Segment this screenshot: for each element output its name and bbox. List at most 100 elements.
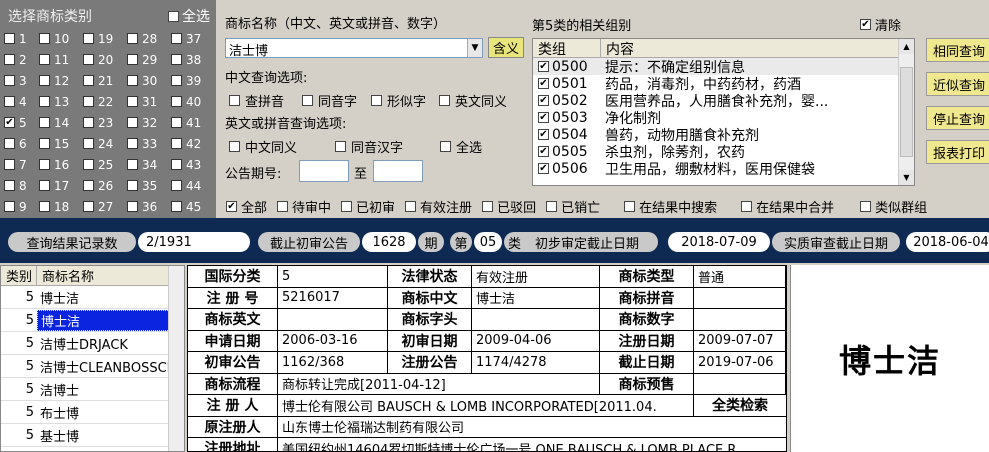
col-group[interactable]: 类组 [533, 39, 601, 58]
groups-list[interactable]: 类组 内容 ✔ 0500 提示：不确定组别信息 ✔ 0501 药品，消毒剂，中药药材，药酒… [532, 38, 915, 186]
cn-option-english[interactable]: 英文同义 [439, 91, 507, 110]
class-checkbox[interactable]: 7 [4, 154, 39, 175]
class-checkbox[interactable]: 16 [39, 154, 83, 175]
class-check-box[interactable] [39, 201, 50, 212]
class-check-box[interactable] [83, 117, 94, 128]
filter-all[interactable]: ✔ 全部 [226, 197, 267, 216]
group-check-box[interactable]: ✔ [538, 78, 549, 89]
class-check-box[interactable] [83, 96, 94, 107]
filter-rejected[interactable]: 已驳回 [482, 197, 536, 216]
group-check-box[interactable]: ✔ [538, 146, 549, 157]
col-content[interactable]: 内容 [601, 39, 914, 58]
search-all-classes-button[interactable]: 全类检索 [694, 395, 786, 416]
class-check-box[interactable] [127, 159, 138, 170]
class-check-box[interactable] [83, 33, 94, 44]
class-check-box[interactable] [127, 96, 138, 107]
period-from-input[interactable] [299, 160, 349, 182]
class-check-box[interactable] [83, 159, 94, 170]
class-checkbox[interactable]: 35 [127, 175, 171, 196]
class-checkbox[interactable]: 44 [171, 175, 215, 196]
class-check-box[interactable] [83, 201, 94, 212]
group-row[interactable]: ✔ 0504 兽药，动物用膳食补充剂 [533, 126, 914, 144]
class-check-box[interactable] [39, 117, 50, 128]
meaning-button[interactable]: 含义 [488, 37, 524, 58]
class-check-box[interactable] [127, 117, 138, 128]
class-check-box[interactable] [127, 75, 138, 86]
class-checkbox[interactable]: 37 [171, 28, 215, 49]
class-check-box[interactable] [4, 54, 15, 65]
class-checkbox[interactable]: 26 [83, 175, 127, 196]
group-check-box[interactable]: ✔ [538, 112, 549, 123]
col-class[interactable]: 类别 [1, 266, 37, 285]
class-checkbox[interactable]: 18 [39, 196, 83, 217]
class-check-box[interactable] [171, 117, 182, 128]
class-checkbox[interactable]: 19 [83, 28, 127, 49]
result-row[interactable]: 5 基士博 [1, 424, 184, 447]
class-check-box[interactable] [4, 33, 15, 44]
class-check-box[interactable] [171, 96, 182, 107]
class-check-box[interactable] [4, 180, 15, 191]
class-check-box[interactable] [83, 54, 94, 65]
class-checkbox[interactable]: ✔ 5 [4, 112, 39, 133]
class-checkbox[interactable]: 22 [83, 91, 127, 112]
class-check-box[interactable] [127, 33, 138, 44]
group-row[interactable]: ✔ 0506 卫生用品，绷敷材料，医用保健袋 [533, 160, 914, 178]
class-check-box[interactable] [171, 33, 182, 44]
class-checkbox[interactable]: 8 [4, 175, 39, 196]
chevron-down-icon[interactable]: ▼ [467, 39, 482, 57]
class-checkbox[interactable]: 6 [4, 133, 39, 154]
filter-prelim[interactable]: 已初审 [341, 197, 395, 216]
class-check-box[interactable] [171, 138, 182, 149]
similar-search-button[interactable]: 近似查询 [926, 72, 989, 96]
class-checkbox[interactable]: 29 [127, 49, 171, 70]
class-checkbox[interactable]: 12 [39, 70, 83, 91]
class-checkbox[interactable]: 27 [83, 196, 127, 217]
group-row[interactable]: ✔ 0501 药品，消毒剂，中药药材，药酒 [533, 75, 914, 93]
group-check-box[interactable]: ✔ [538, 61, 549, 72]
class-check-box[interactable] [39, 75, 50, 86]
result-row[interactable]: 5 博士洁 [1, 286, 184, 309]
class-checkbox[interactable]: 1 [4, 28, 39, 49]
group-row[interactable]: ✔ 0505 杀虫剂，除莠剂，农药 [533, 143, 914, 161]
class-checkbox[interactable]: 17 [39, 175, 83, 196]
scroll-down-icon[interactable]: ▼ [899, 170, 914, 185]
select-all-checkbox[interactable]: 全选 [168, 6, 210, 26]
class-check-box[interactable] [83, 138, 94, 149]
result-row[interactable]: 5 洁博士CLEANBOSSCLEA [1, 355, 184, 378]
stop-search-button[interactable]: 停止查询 [926, 106, 989, 130]
clear-checkbox[interactable]: ✔ 清除 [860, 15, 901, 34]
class-check-box[interactable] [4, 75, 15, 86]
class-checkbox[interactable]: 21 [83, 70, 127, 91]
group-row[interactable]: ✔ 0500 提示：不确定组别信息 [533, 58, 914, 76]
group-check-box[interactable]: ✔ [538, 129, 549, 140]
class-checkbox[interactable]: 33 [127, 133, 171, 154]
result-row[interactable]: 5 洁博士 [1, 378, 184, 401]
class-check-box[interactable] [171, 75, 182, 86]
group-check-box[interactable]: ✔ [538, 95, 549, 106]
filter-merge-in-results[interactable]: 在结果中合并 [741, 197, 834, 216]
scroll-up-icon[interactable]: ▲ [899, 39, 914, 54]
cn-option-homophone[interactable]: 同音字 [302, 91, 357, 110]
class-checkbox[interactable]: 34 [127, 154, 171, 175]
class-checkbox[interactable]: 32 [127, 112, 171, 133]
class-check-box[interactable] [39, 33, 50, 44]
group-row[interactable]: ✔ 0502 医用营养品，人用膳食补充剂，婴... [533, 92, 914, 110]
class-checkbox[interactable]: 11 [39, 49, 83, 70]
filter-similar-groups[interactable]: 类似群组 [860, 197, 927, 216]
class-check-box[interactable]: ✔ [4, 117, 15, 128]
result-row[interactable]: 5 博士洁 [1, 309, 184, 332]
class-checkbox[interactable]: 20 [83, 49, 127, 70]
class-checkbox[interactable]: 28 [127, 28, 171, 49]
class-checkbox[interactable]: 42 [171, 133, 215, 154]
class-checkbox[interactable]: 23 [83, 112, 127, 133]
class-check-box[interactable] [127, 180, 138, 191]
class-check-box[interactable] [171, 159, 182, 170]
trademark-name-combo[interactable]: 洁士博 ▼ [225, 38, 483, 59]
class-check-box[interactable] [39, 159, 50, 170]
results-scrollbar[interactable] [168, 266, 184, 451]
class-checkbox[interactable]: 41 [171, 112, 215, 133]
result-row[interactable]: 5 布士博 [1, 401, 184, 424]
filter-valid[interactable]: 有效注册 [405, 197, 472, 216]
class-checkbox[interactable]: 39 [171, 70, 215, 91]
class-check-box[interactable] [4, 96, 15, 107]
